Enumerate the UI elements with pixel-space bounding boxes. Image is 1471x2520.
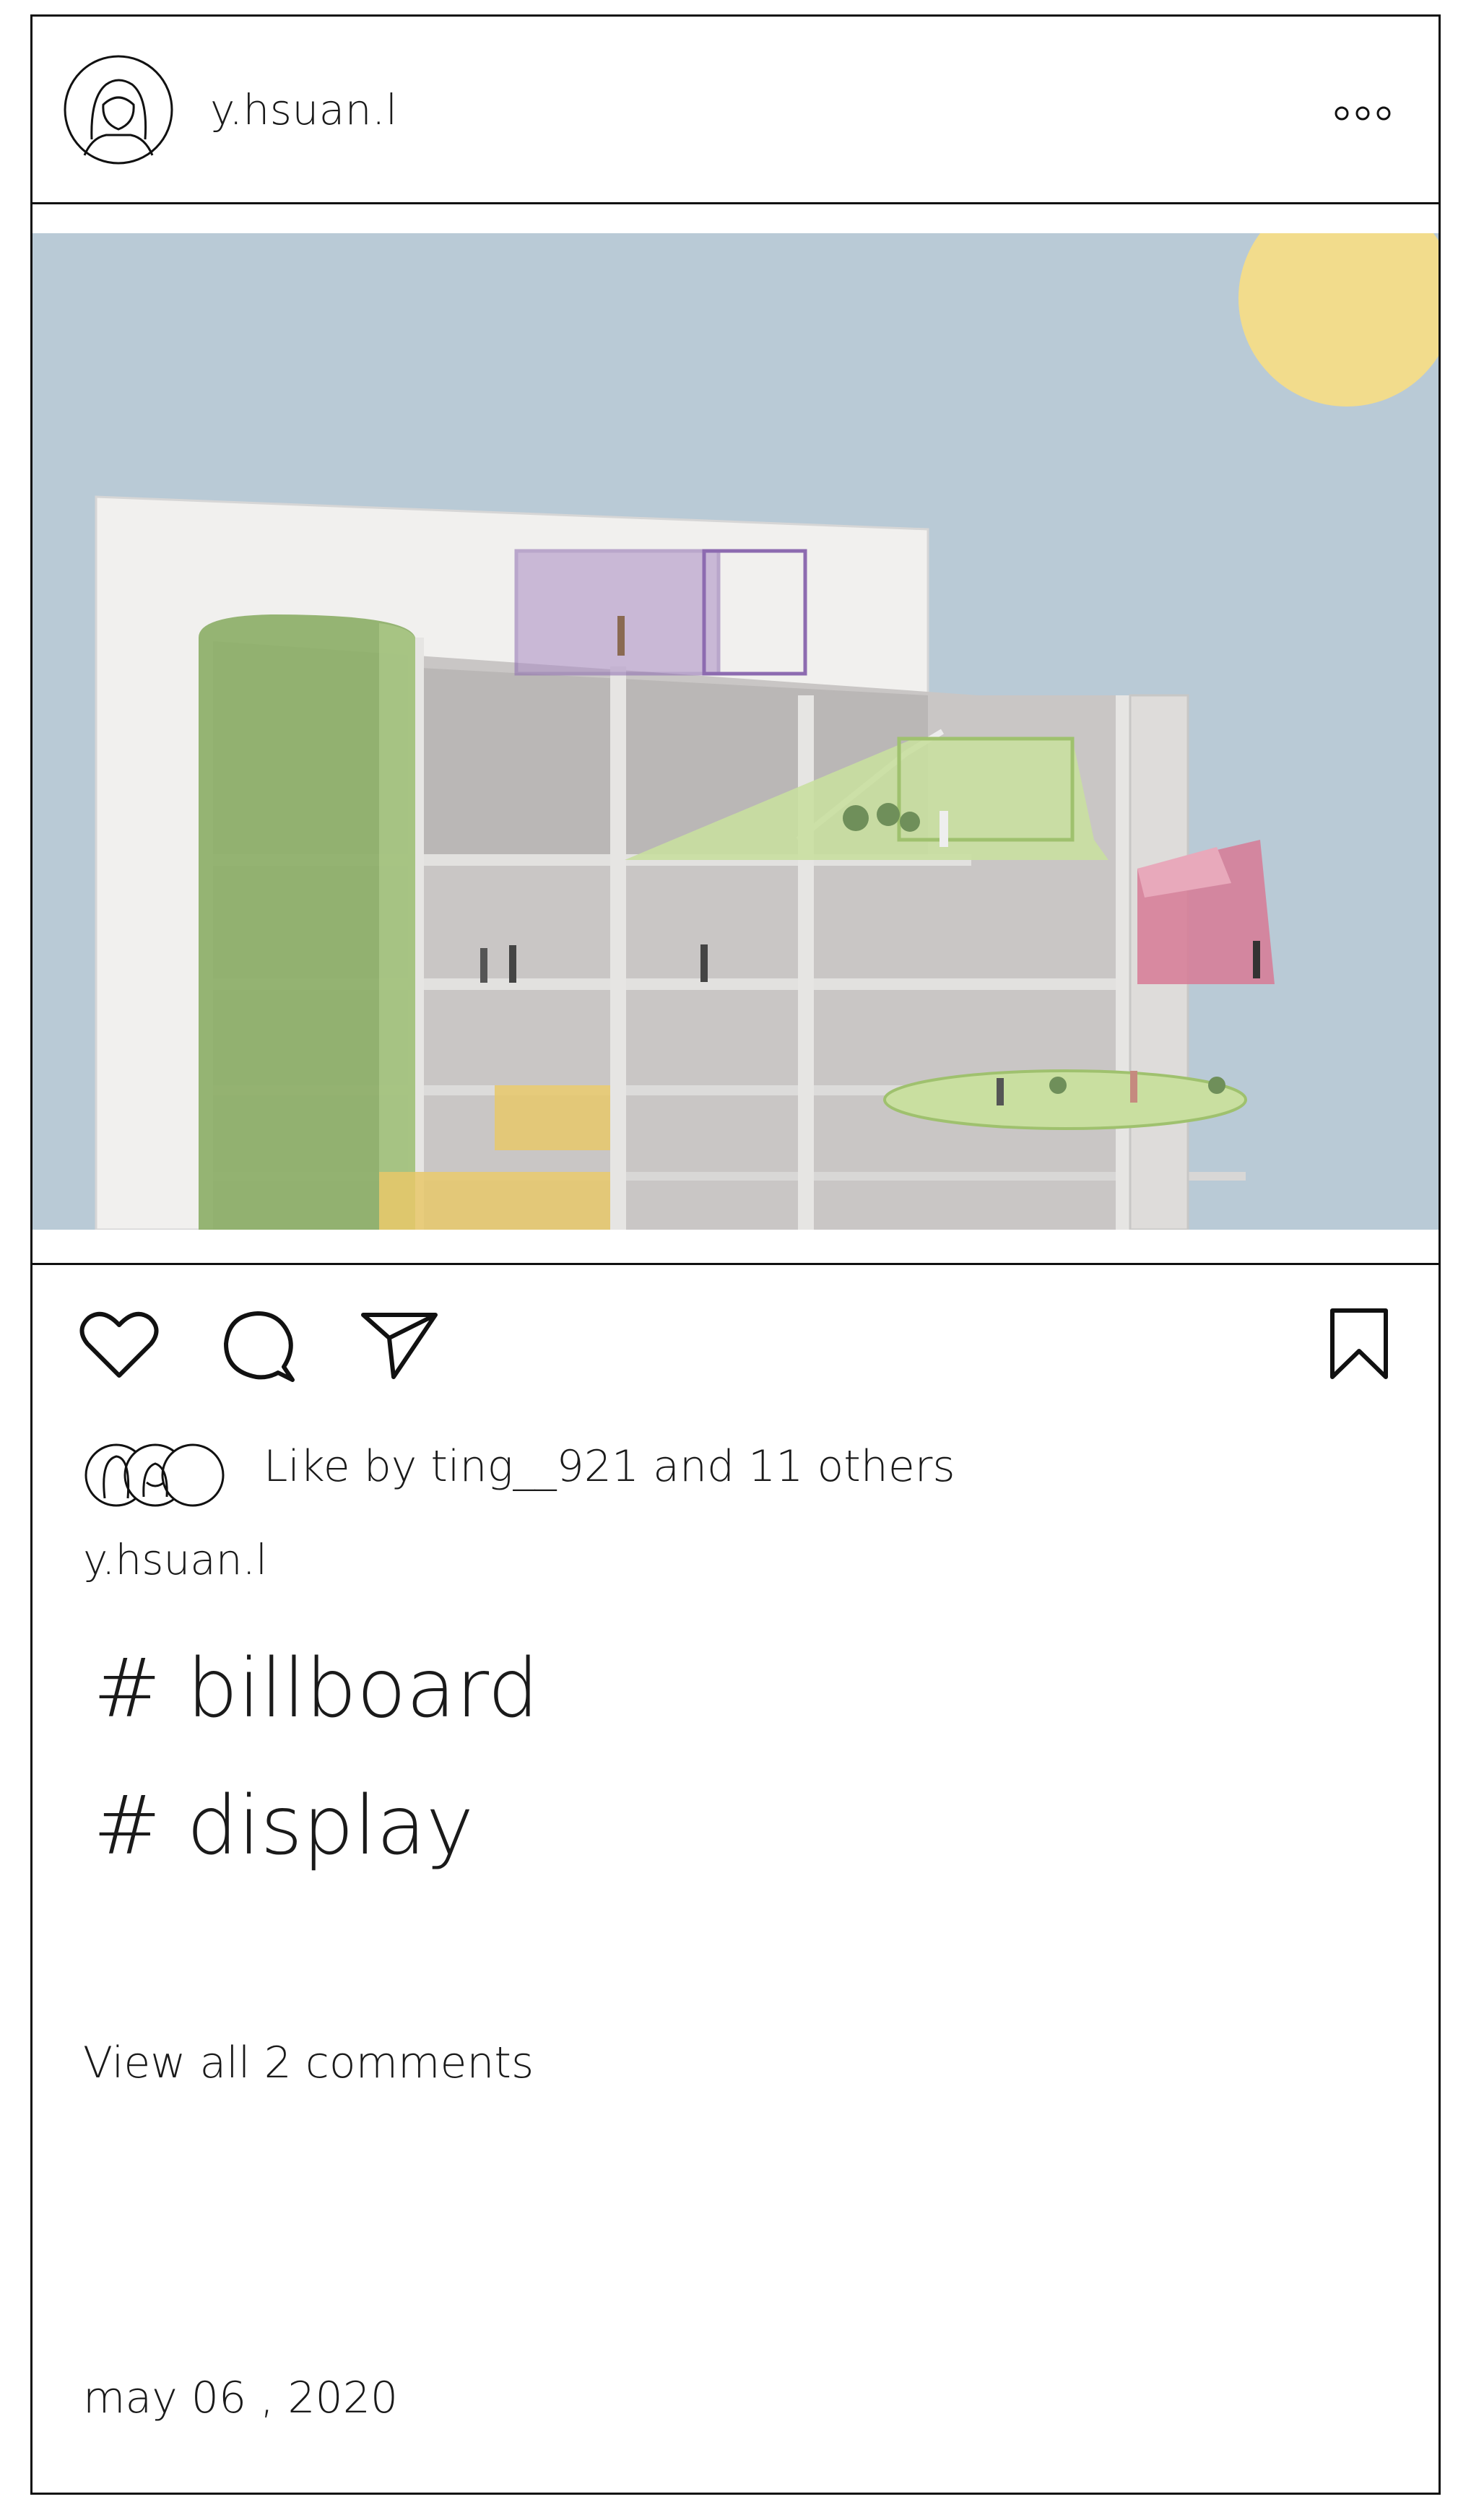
hashtag-billboard[interactable]: # billboard bbox=[93, 1648, 539, 1729]
hashtag-display[interactable]: # display bbox=[93, 1786, 474, 1867]
like-summary[interactable]: Like by ting__921 and 11 others bbox=[264, 1445, 955, 1488]
liker-avatars[interactable] bbox=[84, 1439, 243, 1511]
post-image[interactable] bbox=[32, 233, 1439, 1230]
post-card: y.hsuan.l Like by ting__921 and 11 other… bbox=[30, 14, 1441, 2495]
paper-plane-icon[interactable] bbox=[359, 1309, 440, 1381]
avatar[interactable] bbox=[63, 54, 174, 165]
image-divider bbox=[32, 1263, 1439, 1265]
more-options-icon[interactable] bbox=[1333, 102, 1392, 125]
caption-username[interactable]: y.hsuan.l bbox=[83, 1539, 267, 1581]
post-username[interactable]: y.hsuan.l bbox=[210, 89, 398, 131]
comment-bubble-icon[interactable] bbox=[222, 1309, 297, 1384]
view-comments-link[interactable]: View all 2 comments bbox=[83, 2041, 534, 2085]
bookmark-icon[interactable] bbox=[1328, 1306, 1390, 1381]
heart-icon[interactable] bbox=[79, 1309, 160, 1380]
post-header: y.hsuan.l bbox=[32, 17, 1439, 204]
post-date: may 06 , 2020 bbox=[83, 2373, 399, 2423]
